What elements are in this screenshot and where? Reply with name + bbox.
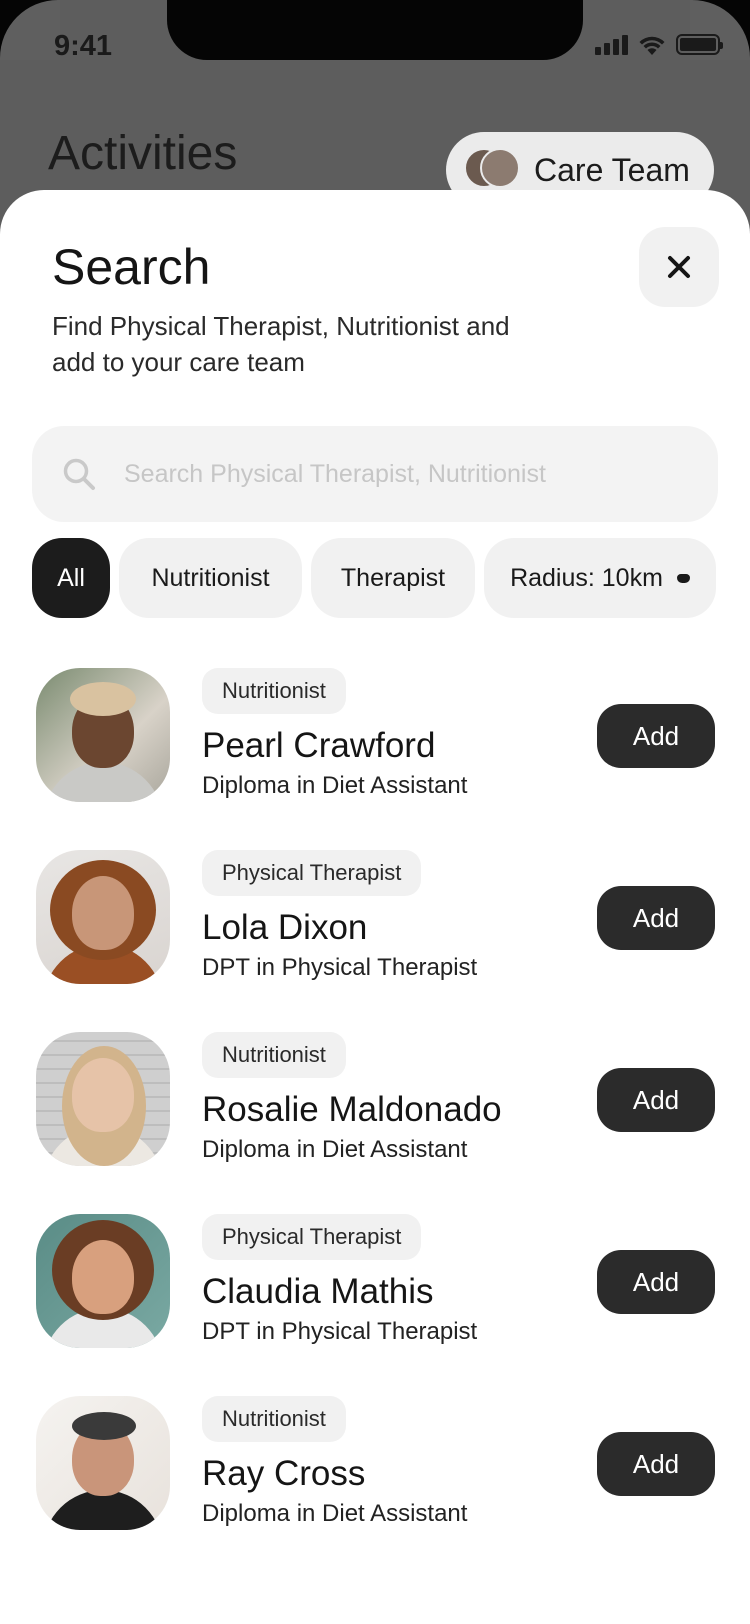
list-item[interactable]: Physical Therapist Lola Dixon DPT in Phy… <box>0 850 750 986</box>
care-team-label: Care Team <box>534 151 690 188</box>
role-badge: Nutritionist <box>202 668 346 714</box>
device-notch <box>167 0 583 60</box>
sheet-subtitle: Find Physical Therapist, Nutritionist an… <box>52 311 510 377</box>
avatar <box>36 1214 170 1348</box>
list-item[interactable]: Nutritionist Rosalie Maldonado Diploma i… <box>0 1032 750 1168</box>
background-page-title: Activities <box>48 127 238 180</box>
avatar <box>36 1032 170 1166</box>
list-item[interactable]: Physical Therapist Claudia Mathis DPT in… <box>0 1214 750 1350</box>
battery-icon <box>676 34 723 55</box>
search-bar[interactable] <box>32 426 718 522</box>
person-name: Pearl Crawford <box>202 726 436 765</box>
add-button[interactable]: Add <box>597 1250 715 1314</box>
filter-chips: All Nutritionist Therapist Radius: 10km <box>32 538 716 618</box>
role-badge: Nutritionist <box>202 1396 346 1442</box>
list-item[interactable]: Nutritionist Ray Cross Diploma in Diet A… <box>0 1396 750 1532</box>
close-icon <box>668 256 690 278</box>
filter-nutritionist[interactable]: Nutritionist <box>119 538 302 618</box>
person-degree: DPT in Physical Therapist <box>202 954 478 981</box>
sheet-title: Search <box>52 239 211 295</box>
person-degree: Diploma in Diet Assistant <box>202 1500 468 1527</box>
role-badge: Physical Therapist <box>202 1214 422 1260</box>
filter-therapist[interactable]: Therapist <box>311 538 475 618</box>
person-degree: DPT in Physical Therapist <box>202 1318 478 1345</box>
person-name: Lola Dixon <box>202 908 368 947</box>
search-input[interactable] <box>124 459 684 489</box>
avatar <box>36 850 170 984</box>
care-team-avatars <box>464 148 520 192</box>
person-name: Rosalie Maldonado <box>202 1090 502 1129</box>
add-button[interactable]: Add <box>597 886 715 950</box>
status-time: 9:41 <box>54 30 113 62</box>
avatar <box>36 668 170 802</box>
list-item[interactable]: Nutritionist Pearl Crawford Diploma in D… <box>0 668 750 804</box>
person-degree: Diploma in Diet Assistant <box>202 772 468 799</box>
status-icons <box>595 34 723 55</box>
add-button[interactable]: Add <box>597 704 715 768</box>
role-badge: Nutritionist <box>202 1032 346 1078</box>
search-sheet: Search Find Physical Therapist, Nutritio… <box>0 190 750 1624</box>
filter-all[interactable]: All <box>32 538 110 618</box>
add-button[interactable]: Add <box>597 1432 715 1496</box>
person-name: Ray Cross <box>202 1454 366 1493</box>
person-degree: Diploma in Diet Assistant <box>202 1136 468 1163</box>
search-icon <box>63 458 95 490</box>
radius-label: Radius: 10km <box>510 563 663 592</box>
role-badge: Physical Therapist <box>202 850 422 896</box>
device-corner <box>0 0 60 60</box>
avatar <box>36 1396 170 1530</box>
person-name: Claudia Mathis <box>202 1272 434 1311</box>
close-button[interactable] <box>639 227 719 307</box>
add-button[interactable]: Add <box>597 1068 715 1132</box>
wifi-icon <box>639 36 665 55</box>
chevron-down-icon <box>676 573 690 583</box>
cellular-signal-icon <box>595 35 628 55</box>
filter-radius-dropdown[interactable]: Radius: 10km <box>484 538 716 618</box>
